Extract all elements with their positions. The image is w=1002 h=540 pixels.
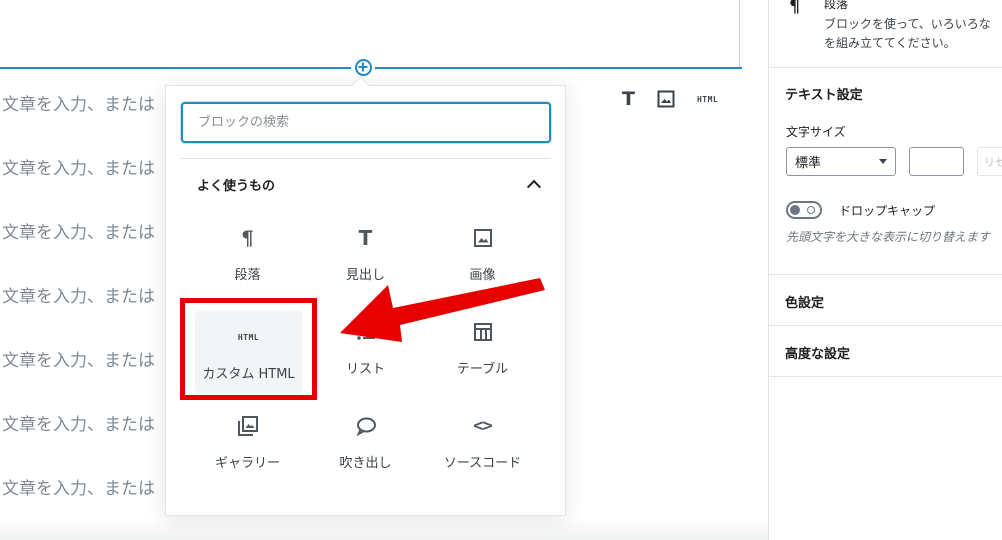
html-icon: HTML	[237, 332, 260, 342]
block-label: 見出し	[345, 268, 385, 283]
toggle-off-icon	[807, 206, 815, 214]
divider	[181, 158, 551, 159]
block-label: テーブル	[456, 362, 509, 377]
block-card-description-line: を組み立ててください。	[824, 36, 956, 50]
block-inserter-button[interactable]	[351, 55, 375, 79]
block-label: 画像	[469, 268, 496, 283]
block-label: 吹き出し	[339, 456, 392, 471]
font-size-reset-button[interactable]: リセット	[977, 147, 1002, 176]
placeholder-block[interactable]: 文章を入力、または	[2, 282, 155, 307]
block-item-heading[interactable]: T 見出し	[312, 212, 419, 294]
block-label: ギャラリー	[214, 456, 280, 471]
image-icon	[473, 226, 493, 250]
drop-cap-label: ドロップキャップ	[839, 204, 936, 218]
block-label: 段落	[234, 268, 261, 283]
most-used-panel-toggle[interactable]: よく使うもの	[181, 166, 551, 202]
placeholder-block[interactable]: 文章を入力、または	[2, 90, 155, 115]
block-label: ソースコード	[443, 456, 522, 471]
text-settings-panel-title[interactable]: テキスト設定	[785, 84, 863, 103]
font-size-select[interactable]: 標準	[786, 147, 896, 176]
block-inserter-popover: よく使うもの ¶ 段落 T 見出し 画像 HTML カスタム HTML リスト	[165, 76, 566, 516]
block-item-image[interactable]: 画像	[429, 212, 536, 294]
advanced-settings-panel-title[interactable]: 高度な設定	[785, 343, 850, 362]
block-item-speech-bubble[interactable]: 吹き出し	[312, 400, 419, 482]
block-item-gallery[interactable]: ギャラリー	[194, 400, 301, 482]
block-label: リスト	[345, 362, 385, 377]
plus-circle-icon	[354, 58, 372, 76]
most-used-panel-title: よく使うもの	[197, 178, 276, 194]
code-icon: <>	[473, 416, 493, 436]
toggle-knob	[790, 205, 800, 215]
block-item-list[interactable]: リスト	[312, 306, 419, 388]
block-search-input[interactable]	[181, 102, 551, 143]
html-shortcut-icon[interactable]: HTML	[697, 88, 718, 110]
block-item-paragraph[interactable]: ¶ 段落	[194, 212, 301, 294]
table-icon	[473, 320, 493, 344]
heading-shortcut-icon[interactable]: T	[622, 88, 635, 110]
placeholder-block[interactable]: 文章を入力、または	[2, 346, 155, 371]
block-item-custom-html[interactable]: HTML カスタム HTML	[195, 311, 302, 393]
placeholder-block[interactable]: 文章を入力、または	[2, 154, 155, 179]
drop-cap-toggle[interactable]	[786, 201, 822, 219]
block-card: ¶ 段落 ブロックを使って、いろいろな を組み立ててください。	[769, 0, 1002, 68]
paragraph-icon: ¶	[789, 0, 801, 17]
image-shortcut-icon[interactable]	[657, 88, 675, 110]
heading-icon: T	[358, 226, 373, 250]
placeholder-block[interactable]: 文章を入力、または	[2, 410, 155, 435]
block-label: カスタム HTML	[202, 367, 295, 382]
block-item-table[interactable]: テーブル	[429, 306, 536, 388]
font-size-label: 文字サイズ	[786, 125, 846, 139]
placeholder-block[interactable]: 文章を入力、または	[2, 474, 155, 499]
placeholder-block[interactable]: 文章を入力、または	[2, 218, 155, 243]
chevron-down-icon	[879, 159, 887, 164]
speech-bubble-icon	[355, 414, 377, 438]
block-card-description-line: ブロックを使って、いろいろな	[824, 17, 991, 31]
divider	[769, 274, 1002, 275]
gallery-icon	[237, 414, 259, 438]
inline-block-shortcuts: T HTML	[622, 88, 718, 110]
editor-bottom-edge	[0, 518, 768, 540]
chevron-up-icon	[526, 179, 542, 194]
settings-sidebar: ¶ 段落 ブロックを使って、いろいろな を組み立ててください。 テキスト設定 文…	[768, 0, 1002, 540]
block-item-source-code[interactable]: <> ソースコード	[429, 400, 536, 482]
list-icon	[356, 320, 376, 344]
color-settings-panel-title[interactable]: 色設定	[785, 292, 824, 311]
font-size-select-value: 標準	[795, 156, 822, 171]
divider	[769, 325, 1002, 326]
paragraph-icon: ¶	[241, 226, 254, 250]
block-card-title: 段落	[824, 0, 849, 11]
block-card-description: ブロックを使って、いろいろな を組み立ててください。	[824, 15, 1002, 53]
divider	[769, 376, 1002, 377]
custom-font-size-input[interactable]	[909, 147, 964, 176]
drop-cap-help: 先頭文字を大きな表示に切り替えます	[786, 230, 991, 244]
